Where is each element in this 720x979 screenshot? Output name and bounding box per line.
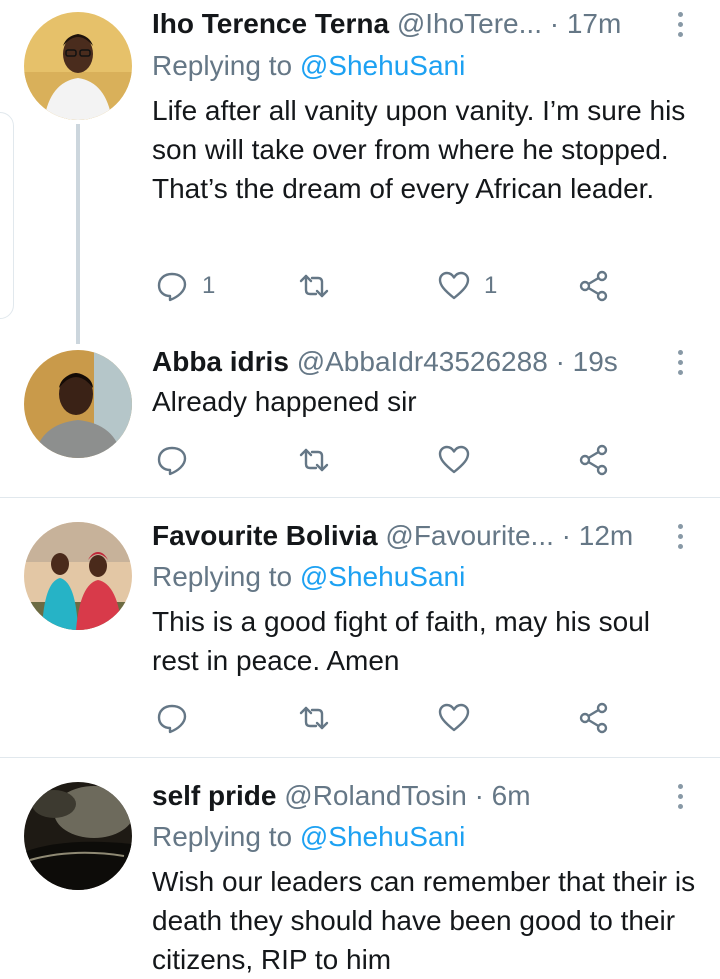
tweet-actions: 1 1 xyxy=(152,266,632,306)
like-button[interactable] xyxy=(438,440,470,480)
replying-to: Replying to @ShehuSani xyxy=(152,819,465,855)
display-name[interactable]: Abba idris xyxy=(152,346,289,377)
share-button[interactable] xyxy=(578,698,610,738)
replying-to: Replying to @ShehuSani xyxy=(152,559,465,595)
replying-label: Replying to xyxy=(152,561,293,592)
tweet[interactable]: Abba idris @AbbaIdr43526288 · 19s Alread… xyxy=(0,330,720,496)
share-button[interactable] xyxy=(578,440,610,480)
more-options-icon[interactable] xyxy=(670,778,690,814)
username[interactable]: @IhoTere... xyxy=(397,8,542,39)
tweet-text: This is a good fight of faith, may his s… xyxy=(152,606,651,676)
avatar-image xyxy=(24,350,132,458)
like-icon xyxy=(438,445,470,474)
tweet-header: self pride @RolandTosin · 6m xyxy=(152,778,662,814)
reply-button[interactable] xyxy=(156,698,188,738)
tweet-actions xyxy=(152,440,632,480)
timestamp[interactable]: · 12m xyxy=(562,520,634,551)
timestamp[interactable]: · 6m xyxy=(475,780,531,811)
share-button[interactable] xyxy=(578,266,610,306)
retweet-icon xyxy=(299,274,329,298)
retweet-button[interactable] xyxy=(298,266,330,306)
tweet-text: Already happened sir xyxy=(152,386,417,417)
more-options-icon[interactable] xyxy=(670,344,690,380)
avatar[interactable] xyxy=(24,522,132,630)
tweet-actions xyxy=(152,698,632,738)
retweet-button[interactable] xyxy=(298,698,330,738)
tweet-header: Abba idris @AbbaIdr43526288 · 19s xyxy=(152,344,662,380)
avatar[interactable] xyxy=(24,350,132,458)
tweet-header: Iho Terence Terna @IhoTere... · 17m xyxy=(152,6,662,42)
reply-button[interactable]: 1 xyxy=(156,266,215,306)
more-options-icon[interactable] xyxy=(670,518,690,554)
mention-link[interactable]: @ShehuSani xyxy=(300,561,465,592)
like-icon xyxy=(438,703,470,732)
like-count: 1 xyxy=(484,272,498,299)
display-name[interactable]: Iho Terence Terna xyxy=(152,8,389,39)
more-options-icon[interactable] xyxy=(670,6,690,42)
timestamp[interactable]: · 17m xyxy=(550,8,622,39)
retweet-icon xyxy=(299,448,329,472)
like-button[interactable]: 1 xyxy=(438,266,497,306)
reply-icon xyxy=(157,272,187,302)
display-name[interactable]: self pride xyxy=(152,780,276,811)
avatar-image xyxy=(24,522,132,630)
tweet-header: Favourite Bolivia @Favourite... · 12m xyxy=(152,518,662,554)
replying-label: Replying to xyxy=(152,50,293,81)
avatar-image xyxy=(24,12,132,120)
display-name[interactable]: Favourite Bolivia xyxy=(152,520,378,551)
retweet-icon xyxy=(299,706,329,730)
like-button[interactable] xyxy=(438,698,470,738)
reply-icon xyxy=(157,704,187,734)
share-icon xyxy=(579,444,608,476)
replying-to: Replying to @ShehuSani xyxy=(152,48,465,84)
reply-count: 1 xyxy=(202,272,216,299)
like-icon xyxy=(438,271,470,300)
retweet-button[interactable] xyxy=(298,440,330,480)
tweet-text: Wish our leaders can remember that their… xyxy=(152,866,696,975)
share-icon xyxy=(579,702,608,734)
tweet[interactable]: self pride @RolandTosin · 6m Replying to… xyxy=(0,758,720,977)
username[interactable]: @RolandTosin xyxy=(284,780,467,811)
avatar-image xyxy=(24,782,132,890)
avatar[interactable] xyxy=(24,782,132,890)
username[interactable]: @Favourite... xyxy=(385,520,553,551)
avatar[interactable] xyxy=(24,12,132,120)
mention-link[interactable]: @ShehuSani xyxy=(300,50,465,81)
timestamp[interactable]: · 19s xyxy=(556,346,618,377)
replying-label: Replying to xyxy=(152,821,293,852)
username[interactable]: @AbbaIdr43526288 xyxy=(297,346,548,377)
reply-icon xyxy=(157,446,187,476)
mention-link[interactable]: @ShehuSani xyxy=(300,821,465,852)
tweet[interactable]: Favourite Bolivia @Favourite... · 12m Re… xyxy=(0,498,720,756)
tweet-text: Life after all vanity upon vanity. I’m s… xyxy=(152,95,686,204)
reply-button[interactable] xyxy=(156,440,188,480)
tweet[interactable]: Iho Terence Terna @IhoTere... · 17m Repl… xyxy=(0,0,720,330)
share-icon xyxy=(579,270,608,302)
